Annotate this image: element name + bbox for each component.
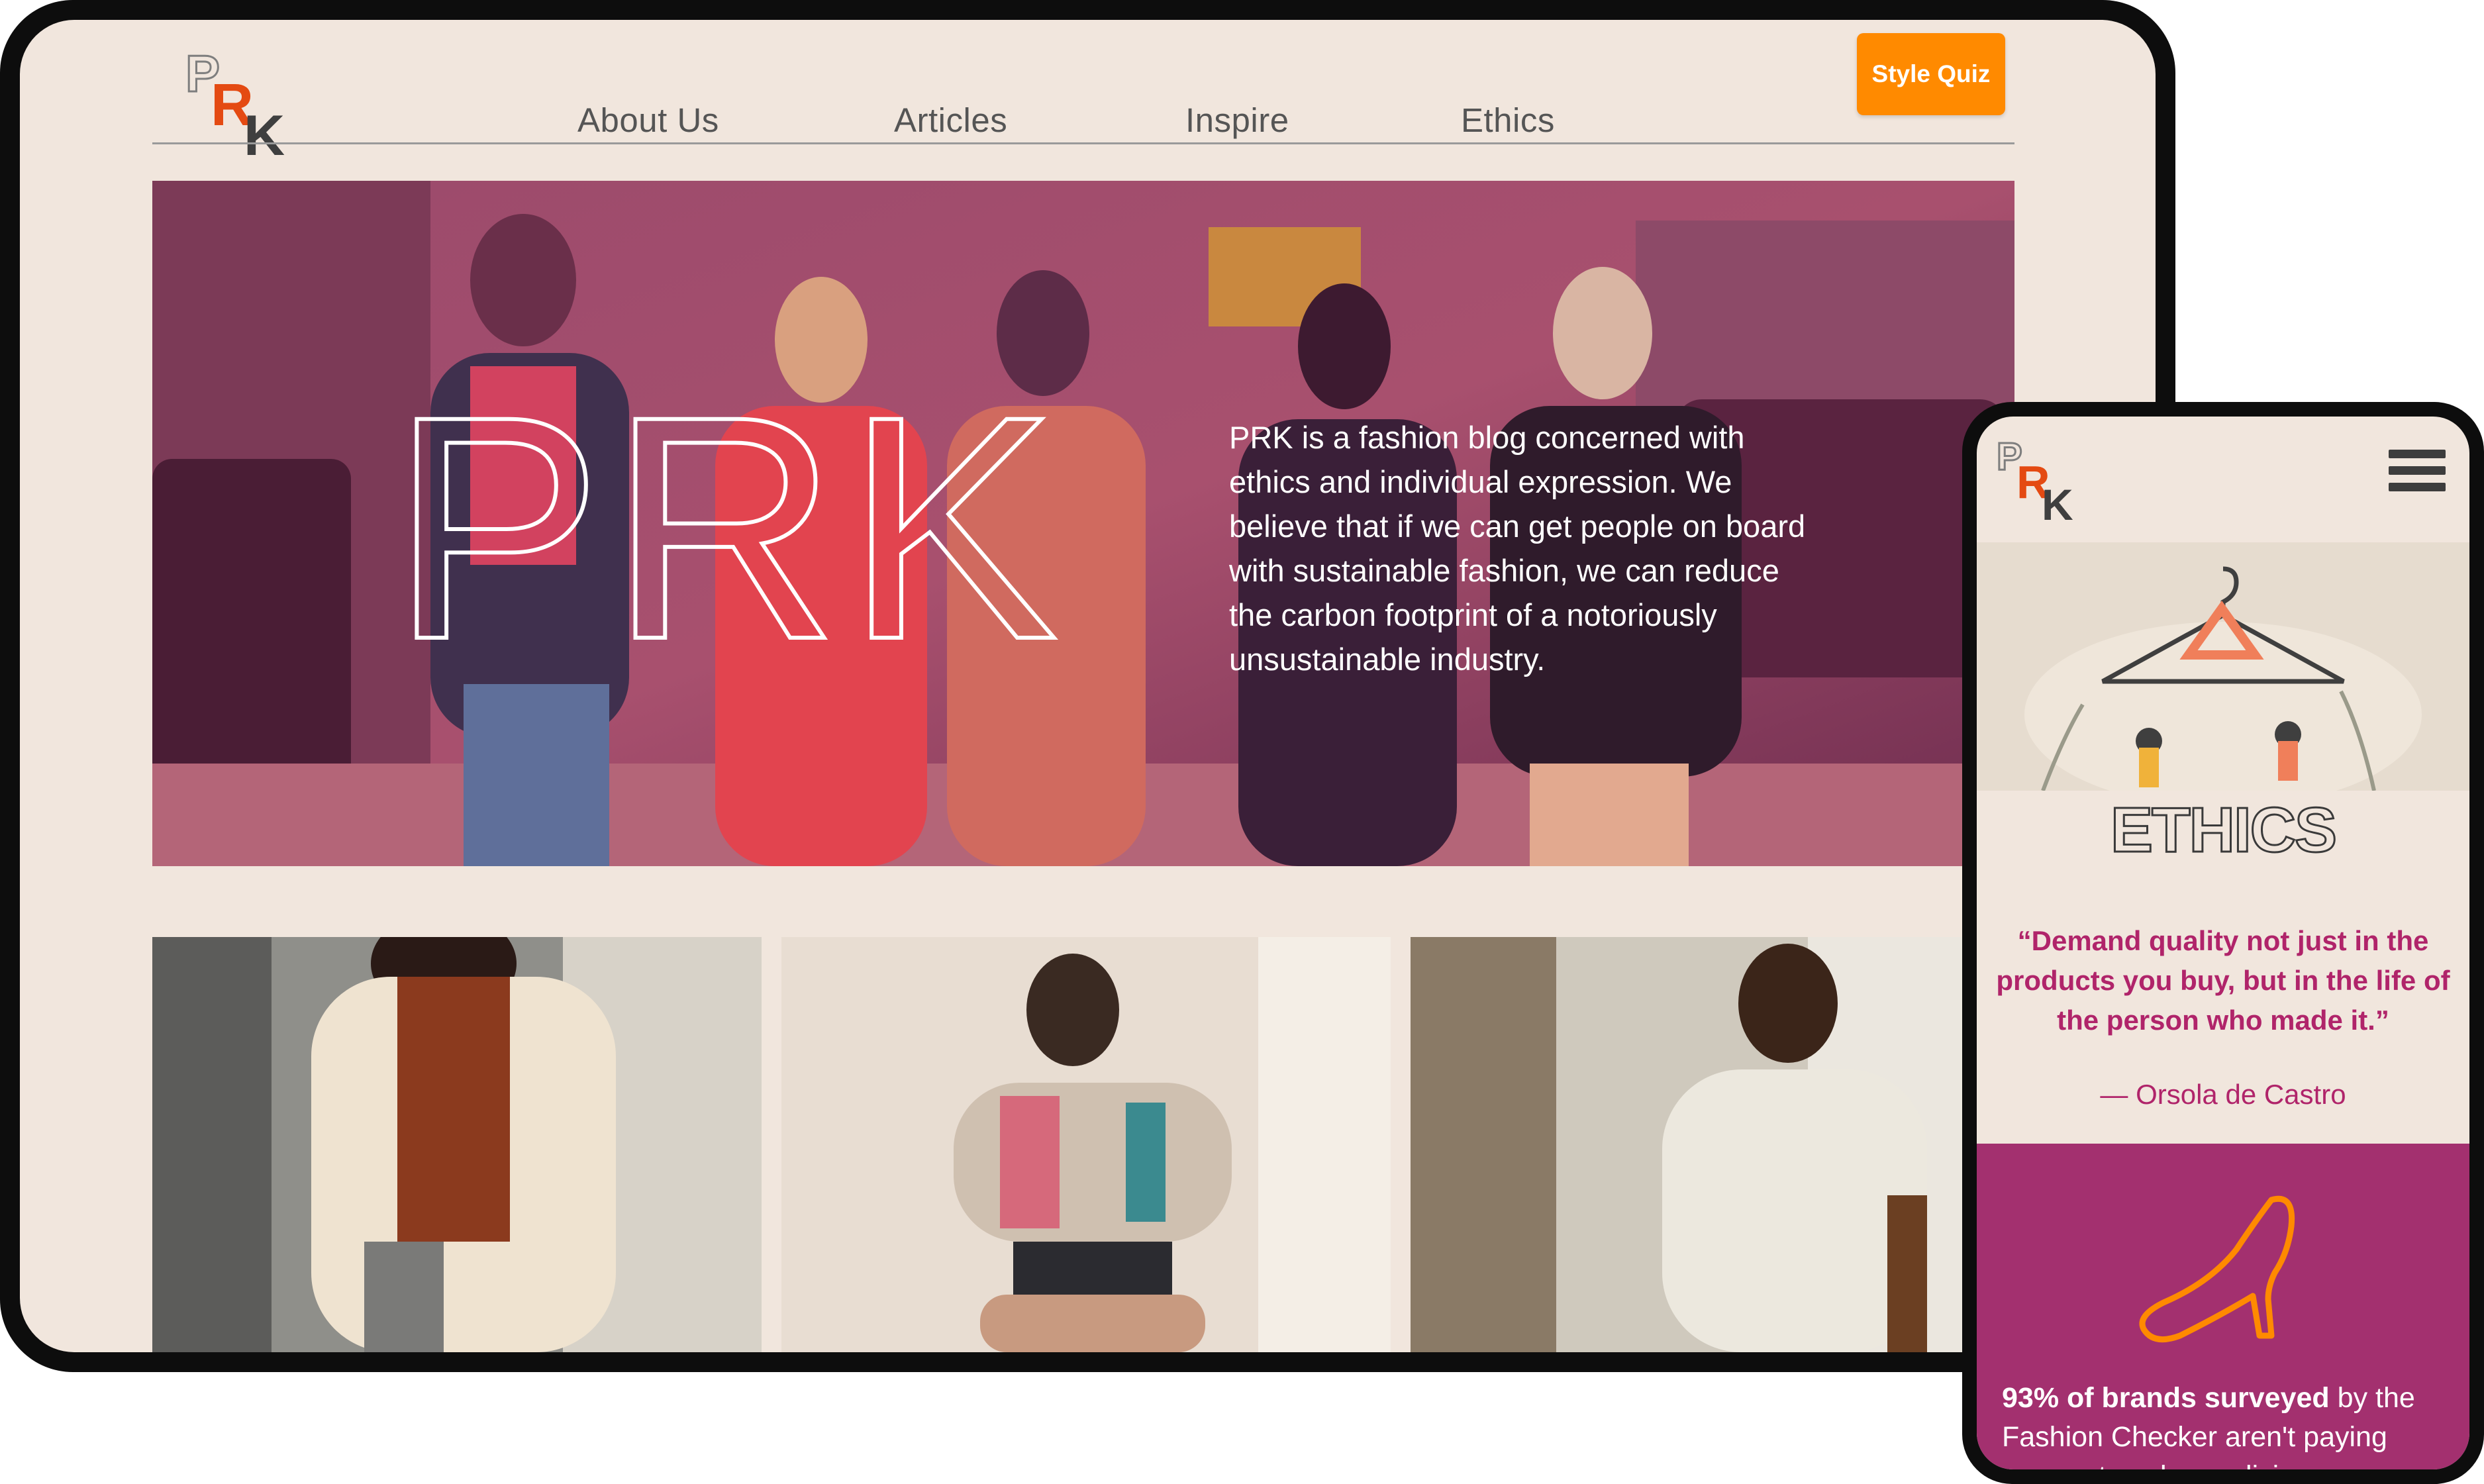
ethics-quote: “Demand quality not just in the products… — [1996, 925, 2450, 1036]
hero-wordmark: PRK — [391, 350, 1064, 705]
hanger-recycle-illustration — [1977, 542, 2469, 791]
hamburger-menu-icon[interactable] — [2389, 450, 2446, 500]
tablet-screen: P R K About Us Articles Inspire Ethics S… — [20, 20, 2156, 1352]
hero-description: PRK is a fashion blog concerned with eth… — [1229, 420, 1806, 677]
article-photo-2[interactable] — [781, 937, 1391, 1352]
article-photo-3[interactable] — [1411, 937, 2014, 1352]
high-heel-icon — [2139, 1196, 2295, 1343]
stat-panel: 93% of brands surveyed by the Fashion Ch… — [1977, 1144, 2469, 1469]
nav-inspire[interactable]: Inspire — [1185, 101, 1289, 140]
nav-about-us[interactable]: About Us — [577, 101, 719, 140]
nav-articles[interactable]: Articles — [894, 101, 1007, 140]
logo-letter-k: K — [2042, 480, 2073, 529]
stat-bold: 93% of brands surveyed — [2002, 1382, 2330, 1414]
phone-device: P R K ETHICS “Demand quality not just in… — [1962, 402, 2484, 1484]
photo-woman-cream-coat — [152, 937, 762, 1352]
photo-woman-polka-dress — [1411, 937, 2014, 1352]
stat-text: 93% of brands surveyed by the Fashion Ch… — [2002, 1379, 2452, 1469]
photo-woman-knit-sweater — [781, 937, 1391, 1352]
nav-ethics[interactable]: Ethics — [1461, 101, 1555, 140]
style-quiz-button[interactable]: Style Quiz — [1857, 33, 2005, 115]
article-photo-1[interactable] — [152, 937, 762, 1352]
tablet-device: P R K About Us Articles Inspire Ethics S… — [0, 0, 2175, 1372]
quote-author: — Orsola de Castro — [2100, 1079, 2346, 1110]
logo-letter-k: K — [244, 104, 285, 168]
phone-screen: P R K ETHICS “Demand quality not just in… — [1977, 417, 2469, 1469]
ethics-heading: ETHICS — [2109, 794, 2338, 867]
nav-divider — [152, 142, 2014, 144]
mobile-site-logo[interactable]: P R K — [1996, 436, 2096, 537]
